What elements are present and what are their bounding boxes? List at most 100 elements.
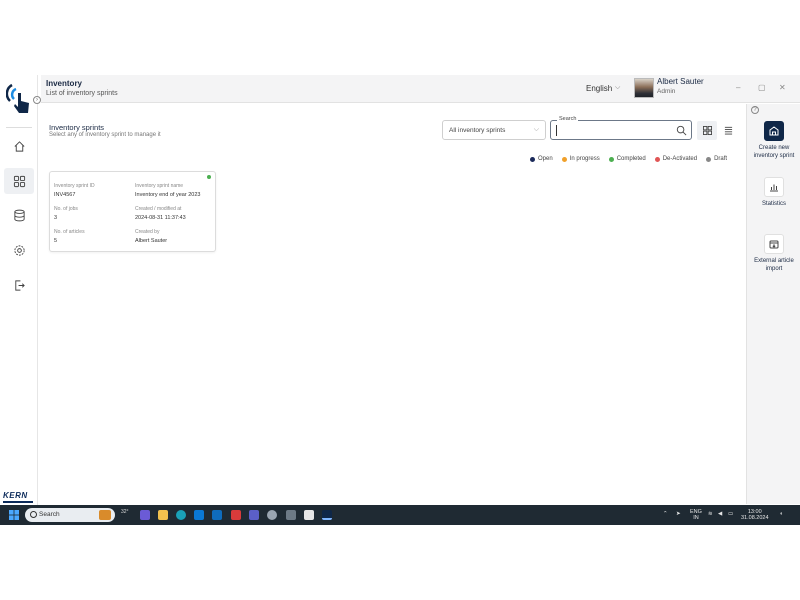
- import-icon: [764, 234, 784, 254]
- create-sprint-label: Create new inventory sprint: [753, 145, 795, 159]
- page-title: Inventory: [46, 79, 83, 88]
- minimize-button[interactable]: –: [736, 83, 740, 92]
- right-action-panel: ? Create new inventory sprint Statistics…: [746, 104, 800, 504]
- modified-label: Created / modified at: [135, 206, 182, 212]
- nav-home-button[interactable]: [4, 133, 34, 159]
- gear-icon: [13, 244, 25, 256]
- app-window: › KERN Inventory List of inventory sprin…: [0, 75, 800, 525]
- media-app-icon[interactable]: [304, 510, 314, 520]
- sprint-filter-select[interactable]: All inventory sprints ⌵: [442, 120, 546, 140]
- legend-label: Open: [538, 156, 553, 162]
- status-badge: [207, 175, 211, 179]
- chevron-down-icon: ⌵: [615, 84, 621, 91]
- statistics-button[interactable]: Statistics: [747, 177, 800, 208]
- search-label: Search: [557, 116, 579, 122]
- user-role: Admin: [657, 88, 676, 95]
- mail-app-icon[interactable]: [194, 510, 204, 520]
- maximize-button[interactable]: ▢: [758, 83, 766, 92]
- legend-item-completed: Completed: [608, 156, 646, 162]
- outlook-icon[interactable]: [212, 510, 222, 520]
- collapse-sidebar-button[interactable]: ›: [33, 96, 41, 104]
- created-by-value: Albert Sauter: [135, 238, 168, 244]
- statistics-label: Statistics: [761, 201, 786, 207]
- weather-widget[interactable]: 32°: [121, 509, 129, 515]
- grid-view-button[interactable]: [697, 121, 717, 140]
- legend-item-open: Open: [530, 156, 553, 162]
- chart-icon: [764, 177, 784, 197]
- legend-item-in-progress: In progress: [561, 156, 600, 162]
- sprint-id-label: Inventory sprint ID: [54, 183, 95, 189]
- left-nav-rail: › KERN: [0, 75, 41, 505]
- chevron-up-icon[interactable]: ⌃: [663, 511, 668, 517]
- chevron-down-icon: ⌵: [533, 126, 539, 133]
- logout-icon: [14, 279, 25, 291]
- edge-browser-icon[interactable]: [176, 510, 186, 520]
- brand-logo: KERN: [3, 491, 28, 500]
- section-title: Inventory sprints: [49, 123, 105, 132]
- legend-dot: [654, 156, 660, 162]
- clock[interactable]: 13:00 31.08.2024: [741, 509, 769, 521]
- search-highlight-icon: [99, 510, 111, 520]
- sprint-id-value: INV4567: [54, 192, 76, 198]
- clock-date: 31.08.2024: [741, 515, 769, 521]
- sprint-name-value: Inventory end of year 2023: [135, 192, 201, 198]
- close-button[interactable]: ✕: [779, 83, 786, 92]
- jobs-value: 3: [54, 215, 58, 221]
- taskbar: Search 32° ⌃ ➤ ENG IN ≋ ◀ ▭ 13:00 31.08.…: [0, 505, 800, 525]
- inventory-sprint-card[interactable]: Inventory sprint ID INV4567 Inventory sp…: [49, 171, 216, 252]
- legend-item-deactivated: De-Activated: [654, 156, 697, 162]
- taskbar-search-input[interactable]: Search: [25, 508, 115, 522]
- app-header: Inventory List of inventory sprints Engl…: [41, 75, 800, 103]
- nav-inventory-button[interactable]: [4, 168, 34, 194]
- nav-logout-button[interactable]: [4, 272, 34, 298]
- create-sprint-icon: [764, 121, 784, 141]
- articles-label: No. of articles: [54, 229, 85, 235]
- list-view-button[interactable]: [718, 121, 738, 140]
- chat-app-icon[interactable]: [140, 510, 150, 520]
- modified-value: 2024-08-31 11:37:43: [135, 215, 186, 221]
- location-icon[interactable]: ➤: [676, 511, 681, 517]
- kern-app-icon[interactable]: [322, 510, 332, 520]
- legend-label: Draft: [714, 156, 728, 162]
- nav-database-button[interactable]: [4, 202, 34, 228]
- main-content: Inventory sprints Select any of inventor…: [41, 104, 746, 504]
- nav-settings-button[interactable]: [4, 237, 34, 263]
- pdf-app-icon[interactable]: [231, 510, 241, 520]
- language-indicator[interactable]: ENG IN: [690, 509, 702, 521]
- page-subtitle: List of inventory sprints: [46, 90, 118, 97]
- legend-dot: [530, 156, 535, 162]
- legend-item-draft: Draft: [706, 156, 727, 162]
- file-explorer-icon[interactable]: [158, 510, 168, 520]
- notepad-icon[interactable]: [286, 510, 296, 520]
- settings-app-icon[interactable]: [267, 510, 277, 520]
- sprint-name-label: Inventory sprint name: [135, 183, 184, 189]
- help-icon[interactable]: ?: [751, 106, 759, 114]
- legend-dot: [608, 156, 614, 162]
- avatar[interactable]: [634, 78, 654, 98]
- database-icon: [13, 209, 25, 221]
- notification-icon[interactable]: ◐: [780, 511, 783, 517]
- search-icon[interactable]: [676, 125, 687, 136]
- jobs-label: No. of jobs: [54, 206, 78, 212]
- legend-dot: [561, 156, 567, 162]
- home-icon: [14, 140, 24, 152]
- grid-view-icon: [702, 126, 712, 135]
- create-sprint-button[interactable]: Create new inventory sprint: [747, 121, 800, 160]
- articles-value: 5: [54, 238, 58, 244]
- battery-icon[interactable]: ▭: [728, 511, 733, 517]
- external-import-button[interactable]: External article import: [747, 234, 800, 273]
- created-by-label: Created by: [135, 229, 160, 235]
- brand-underline: [3, 501, 33, 503]
- app-logo-icon: [5, 81, 32, 115]
- teams-icon[interactable]: [249, 510, 259, 520]
- external-import-label: External article import: [754, 258, 794, 272]
- wifi-icon[interactable]: ≋: [708, 511, 713, 517]
- grid-icon: [13, 175, 25, 187]
- user-name: Albert Sauter: [657, 77, 704, 86]
- search-field[interactable]: Search: [550, 116, 692, 140]
- windows-start-icon[interactable]: [9, 510, 19, 520]
- language-selector[interactable]: English: [586, 84, 612, 93]
- search-input[interactable]: [556, 125, 674, 136]
- volume-icon[interactable]: ◀: [718, 511, 722, 517]
- divider: [6, 127, 32, 128]
